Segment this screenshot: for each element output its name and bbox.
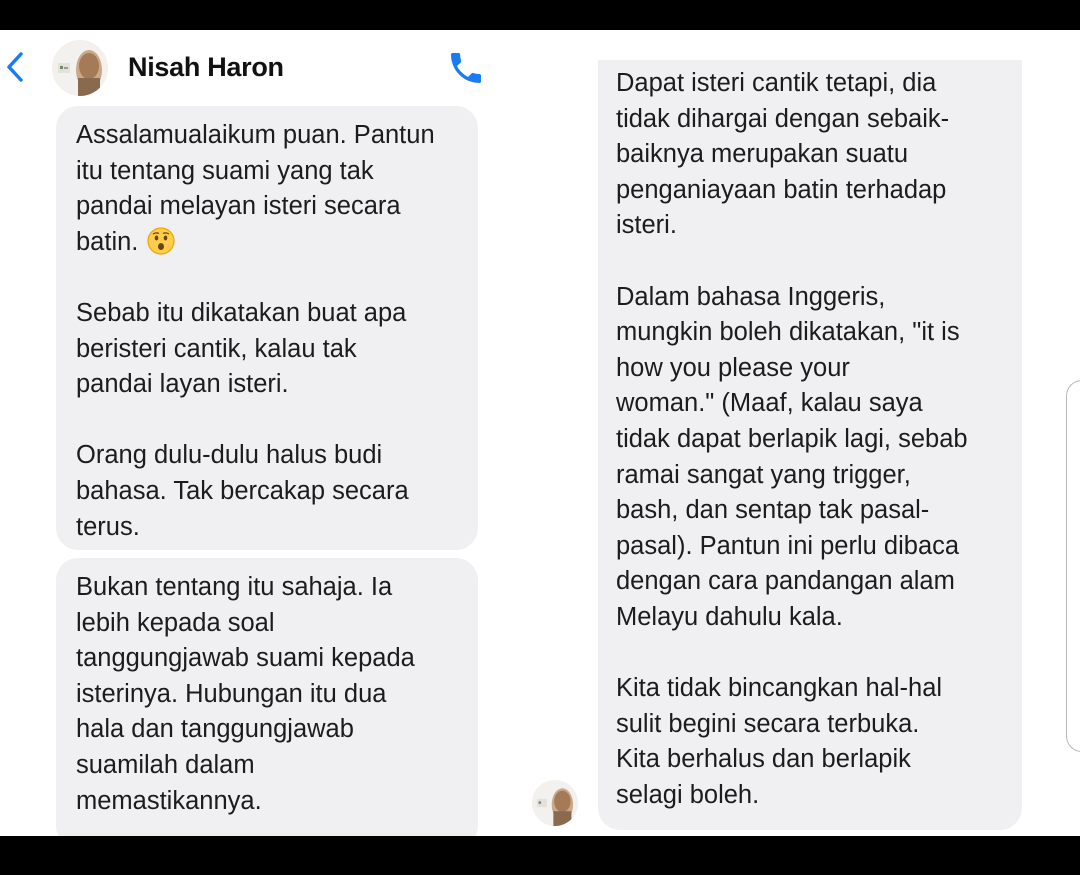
contact-name[interactable]: Nisah Haron — [128, 52, 284, 83]
message-text: Orang dulu-dulu halus budi bahasa. Tak b… — [76, 441, 409, 541]
message-bubble[interactable]: Assalamualaikum puan. Pantun itu tentang… — [56, 106, 478, 550]
back-button[interactable] — [4, 50, 26, 84]
hushed-face-emoji — [146, 226, 176, 256]
contact-avatar[interactable] — [52, 40, 108, 96]
chat-header: Nisah Haron — [0, 30, 500, 100]
message-bubble[interactable]: Dapat isteri cantik tetapi, dia tidak di… — [598, 60, 1022, 830]
side-panel-edge — [1066, 380, 1080, 752]
chevron-left-icon — [7, 52, 23, 82]
avatar-image — [52, 40, 108, 96]
message-text: Dapat isteri cantik tetapi, dia tidak di… — [616, 69, 950, 240]
message-text: Sebab itu dikatakan buat apa beristeri c… — [76, 298, 407, 399]
avatar-image — [532, 780, 578, 826]
message-text: Kita tidak bincangkan hal-hal sulit begi… — [616, 674, 943, 809]
phone-icon — [451, 53, 481, 83]
message-text: Bukan tentang itu sahaja. Ia lebih kepad… — [76, 573, 415, 815]
message-text: Dalam bahasa Inggeris, mungkin boleh dik… — [616, 282, 968, 631]
sender-avatar[interactable] — [532, 780, 578, 826]
chat-screen: Nisah Haron Assalamualaikum puan. Pantun… — [0, 30, 1080, 836]
call-button[interactable] — [446, 48, 486, 88]
message-bubble[interactable]: Bukan tentang itu sahaja. Ia lebih kepad… — [56, 558, 478, 836]
message-text: Assalamualaikum puan. Pantun itu tentang… — [76, 121, 435, 256]
